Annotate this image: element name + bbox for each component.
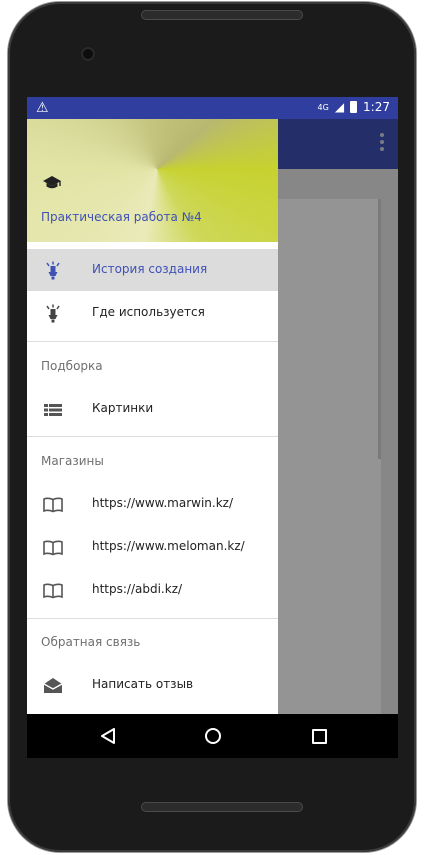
drawer-item-label: https://abdi.kz/ bbox=[92, 582, 183, 596]
section-title-collection: Подборка bbox=[41, 359, 103, 373]
speaker-grille-top bbox=[141, 10, 303, 20]
divider bbox=[27, 618, 278, 619]
drawer-item-abdi[interactable]: https://abdi.kz/ bbox=[27, 569, 278, 611]
drawer-item-label: Написать отзыв bbox=[92, 677, 194, 691]
drawer-item-label: История создания bbox=[92, 262, 208, 276]
divider bbox=[27, 341, 278, 342]
navigation-drawer: Практическая работа №4 История создания bbox=[27, 119, 278, 714]
drawer-item-marwin[interactable]: https://www.marwin.kz/ bbox=[27, 483, 278, 525]
book-icon bbox=[43, 497, 63, 513]
lamp-icon bbox=[46, 304, 60, 323]
warning-icon: ⚠ bbox=[36, 100, 49, 116]
home-icon[interactable] bbox=[205, 728, 221, 744]
drawer-title: Практическая работа №4 bbox=[41, 210, 202, 224]
drawer-item-label: Где используется bbox=[92, 305, 205, 319]
section-title-feedback: Обратная связь bbox=[41, 635, 141, 649]
drawer-item-history[interactable]: История создания bbox=[27, 249, 278, 291]
graduation-cap-icon bbox=[43, 176, 61, 189]
status-time: 1:27 bbox=[363, 100, 390, 114]
envelope-icon bbox=[43, 678, 63, 693]
drawer-item-pictures[interactable]: Картинки bbox=[27, 388, 278, 430]
app-screen: ⚠ 4G ◢ 1:27 ервой тетради примерно ке. bbox=[27, 97, 398, 714]
divider bbox=[27, 436, 278, 437]
back-icon[interactable] bbox=[100, 728, 116, 744]
network-label: 4G bbox=[317, 102, 329, 112]
drawer-item-label: https://www.meloman.kz/ bbox=[92, 539, 245, 553]
list-icon bbox=[44, 404, 62, 416]
drawer-header: Практическая работа №4 bbox=[27, 119, 278, 242]
battery-icon bbox=[350, 101, 358, 113]
drawer-item-write-review[interactable]: Написать отзыв bbox=[27, 664, 278, 706]
signal-icon: ◢ bbox=[334, 100, 345, 114]
book-icon bbox=[43, 583, 63, 599]
drawer-item-meloman[interactable]: https://www.meloman.kz/ bbox=[27, 526, 278, 568]
section-title-shops: Магазины bbox=[41, 454, 104, 468]
speaker-grille-bottom bbox=[141, 802, 303, 812]
recent-apps-icon[interactable] bbox=[312, 729, 327, 744]
book-icon bbox=[43, 540, 63, 556]
status-bar: ⚠ 4G ◢ 1:27 bbox=[27, 97, 398, 119]
drawer-item-label: Картинки bbox=[92, 401, 154, 415]
lamp-icon bbox=[46, 261, 60, 280]
system-nav-bar bbox=[27, 714, 398, 758]
drawer-item-label: https://www.marwin.kz/ bbox=[92, 496, 234, 510]
front-camera bbox=[81, 47, 95, 61]
drawer-item-usage[interactable]: Где используется bbox=[27, 292, 278, 334]
